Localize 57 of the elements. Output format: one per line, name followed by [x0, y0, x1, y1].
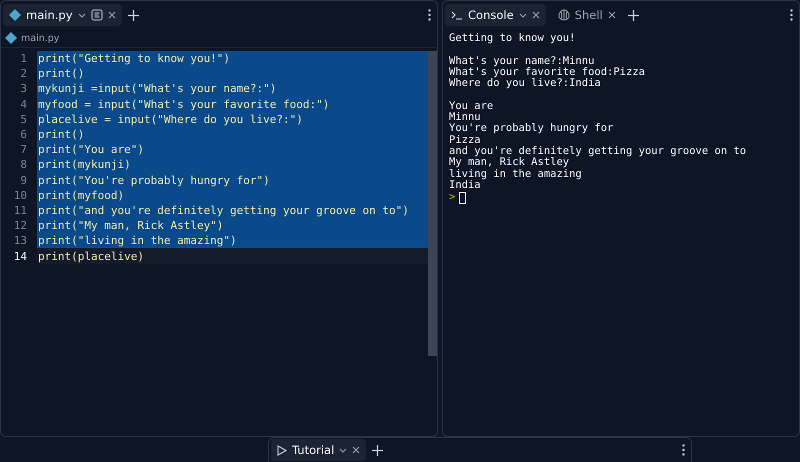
line-number: 9 [19, 172, 28, 188]
line-number: 3 [19, 81, 28, 97]
more-options-icon[interactable] [682, 444, 685, 456]
tab-label[interactable]: Shell [574, 8, 603, 22]
tab-label[interactable]: Console [468, 8, 514, 22]
close-icon[interactable] [532, 11, 540, 19]
text-cursor [459, 192, 466, 204]
scrollbar[interactable] [428, 51, 437, 356]
python-file-icon [9, 9, 21, 21]
tab-label[interactable]: main.py [26, 8, 72, 22]
terminal-icon [451, 10, 463, 20]
console-output-line: What's your name?:Minnu [449, 56, 596, 67]
file-path[interactable]: main.py [21, 32, 60, 44]
play-icon [277, 444, 287, 456]
console-output-line: What's your favorite food:Pizza [449, 66, 646, 78]
line-number: 1 [19, 51, 28, 66]
tab[interactable]: Tutorial [271, 439, 366, 461]
line-number: 14 [12, 248, 28, 264]
add-tab-icon[interactable] [128, 10, 138, 20]
line-number: 10 [12, 188, 28, 203]
more-options-icon[interactable] [790, 9, 793, 21]
line-number: 5 [19, 112, 28, 127]
line-number: 7 [19, 142, 28, 158]
document-icon[interactable] [90, 9, 102, 21]
line-number: 2 [19, 66, 28, 82]
tab-label[interactable]: Tutorial [292, 443, 334, 457]
python-file-icon [5, 32, 17, 44]
console-output-line: Pizza [449, 134, 482, 146]
prompt-symbol: > [449, 192, 456, 204]
line-number: 11 [12, 202, 28, 218]
close-icon[interactable] [352, 446, 360, 454]
shell-icon [558, 9, 570, 21]
console-output-line: living in the amazing [449, 168, 583, 180]
line-number: 8 [19, 157, 28, 172]
console-output-line: My man, Rick Astley [449, 157, 570, 169]
console-output-line: India [449, 180, 481, 192]
tab[interactable]: Console [445, 4, 546, 26]
line-number: 6 [19, 127, 28, 142]
add-tab-icon[interactable] [628, 10, 639, 20]
console-output-line: You are [449, 100, 494, 112]
console-output-line: Where do you live?:India [449, 78, 602, 90]
console-output-line: Getting to know you! [449, 33, 576, 44]
add-tab-icon[interactable] [372, 444, 384, 456]
console-output-line: You're probably hungry for [449, 123, 614, 135]
console-output-line: and you're definitely getting your groove on to [449, 146, 748, 157]
chevron-icon[interactable] [518, 11, 527, 19]
console-output-line: Minnu [449, 112, 481, 124]
close-icon[interactable] [108, 11, 116, 19]
line-number: 12 [12, 218, 28, 234]
chevron-icon[interactable] [78, 11, 86, 19]
more-options-icon[interactable] [428, 9, 431, 21]
chevron-icon[interactable] [339, 446, 348, 454]
tab[interactable]: main.py [3, 4, 122, 26]
line-number: 13 [12, 233, 28, 248]
line-number: 4 [19, 96, 28, 112]
close-icon[interactable] [608, 11, 616, 19]
tab[interactable]: Shell [552, 4, 622, 26]
